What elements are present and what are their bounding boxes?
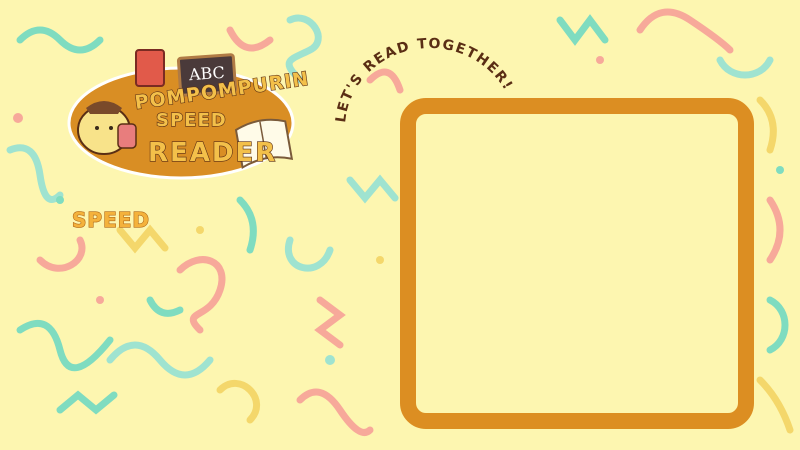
logo-subtitle-text: Speed xyxy=(155,109,227,131)
book-icon xyxy=(135,49,165,87)
logo-title-text: Reader xyxy=(147,137,278,168)
reading-frame xyxy=(400,98,754,429)
speed-label: SPEED xyxy=(71,207,150,232)
